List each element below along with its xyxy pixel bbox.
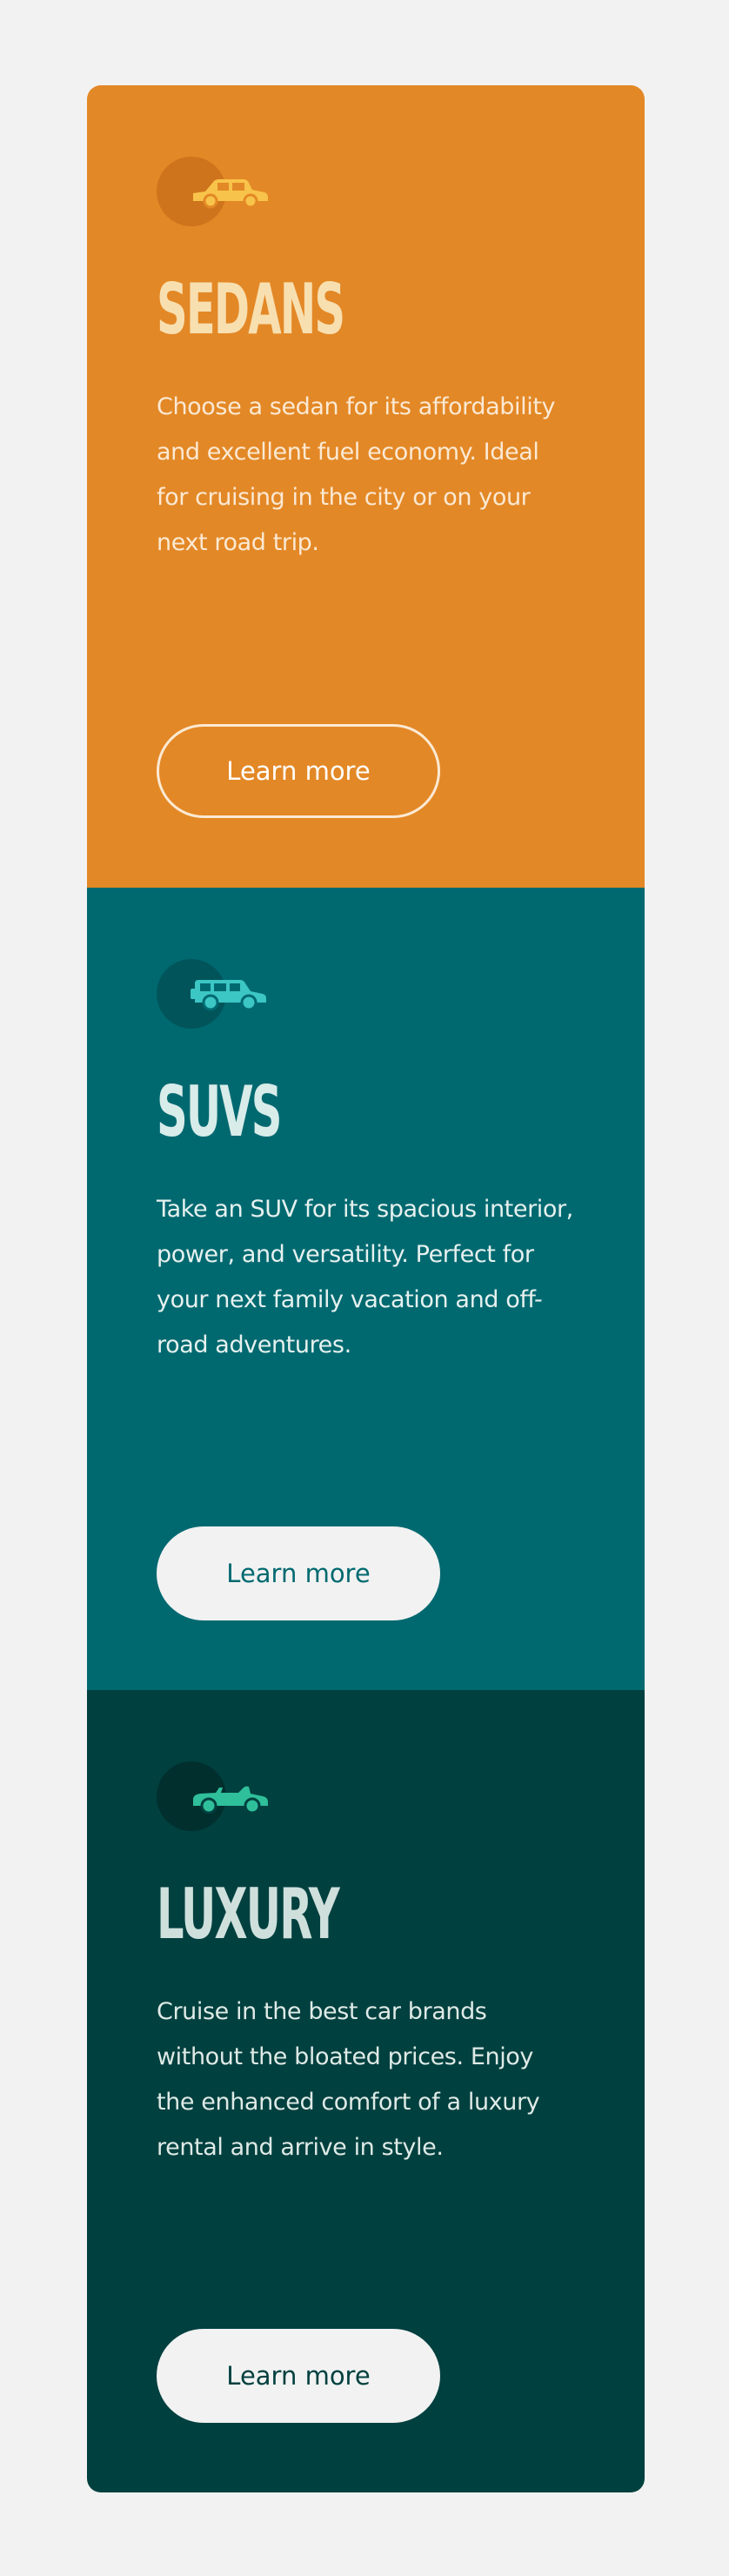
suv-icon-wrap bbox=[157, 959, 278, 1029]
learn-more-button-sedans[interactable]: Learn more bbox=[157, 724, 440, 818]
card-sedans: SEDANS Choose a sedan for its affordabil… bbox=[87, 85, 645, 888]
card-title: LUXURY bbox=[157, 1874, 340, 1955]
card-luxury: LUXURY Cruise in the best car brands wit… bbox=[87, 1690, 645, 2492]
card-description: Choose a sedan for its affordability and… bbox=[157, 393, 556, 556]
card-description: Cruise in the best car brands without th… bbox=[157, 1998, 540, 2161]
sedan-icon-wrap bbox=[157, 157, 278, 226]
card-title: SUVS bbox=[157, 1071, 283, 1152]
card-group: SEDANS Choose a sedan for its affordabil… bbox=[87, 85, 645, 2492]
learn-more-button-suvs[interactable]: Learn more bbox=[157, 1526, 440, 1620]
sedan-icon bbox=[193, 179, 268, 209]
learn-more-button-luxury[interactable]: Learn more bbox=[157, 2329, 440, 2423]
suv-icon bbox=[191, 980, 266, 1011]
convertible-icon-wrap bbox=[157, 1761, 278, 1831]
card-suvs: SUVS Take an SUV for its spacious interi… bbox=[87, 888, 645, 1690]
convertible-icon bbox=[193, 1786, 268, 1814]
card-description: Take an SUV for its spacious interior, p… bbox=[157, 1196, 573, 1358]
card-title: SEDANS bbox=[157, 269, 345, 350]
